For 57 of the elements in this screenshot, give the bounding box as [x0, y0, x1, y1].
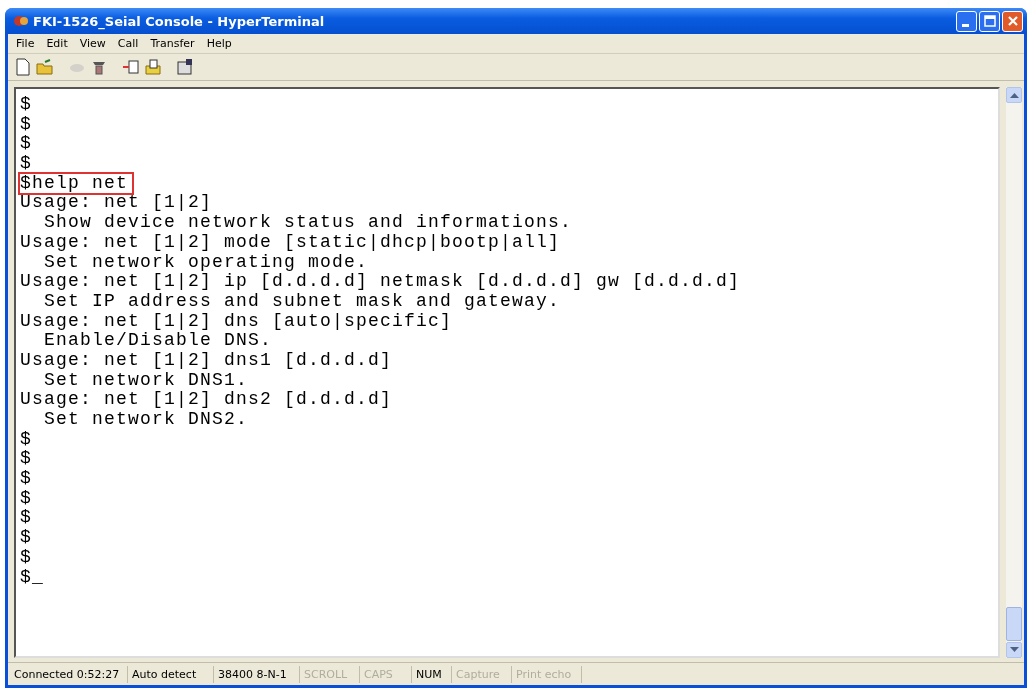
window-title: FKI-1526_Seial Console - HyperTerminal	[33, 13, 326, 29]
terminal-line: $	[20, 528, 33, 548]
menu-item[interactable]: File	[10, 36, 41, 51]
menu-item[interactable]: Edit	[40, 36, 74, 51]
terminal-line: $	[20, 154, 33, 174]
receive-folder-icon[interactable]	[142, 57, 164, 77]
up-arrow-icon	[1009, 92, 1019, 98]
terminal-line: $	[20, 134, 33, 155]
terminal-line: $	[20, 449, 33, 470]
terminal-line: $help net	[20, 173, 133, 194]
terminal-line: Usage: net [1|2] dns1 [d.d.d.d]	[20, 350, 394, 371]
status-field: CAPS	[360, 665, 412, 683]
app-icon	[13, 13, 29, 29]
terminal-line: Usage: net [1|2]	[20, 193, 214, 214]
terminal-line: Set IP address and subnet mask and gateway.	[43, 291, 562, 312]
terminal-line: Show device network status and informations.	[43, 213, 574, 233]
terminal-line: Usage: net [1|2] dns [auto|specific]	[20, 311, 454, 332]
status-field: Capture	[452, 665, 512, 683]
terminal-line: $	[20, 429, 33, 450]
menu-item[interactable]: Call	[111, 36, 145, 51]
folder-icon[interactable]	[34, 57, 56, 77]
terminal-line: $	[20, 114, 33, 135]
terminal-line: $	[20, 508, 33, 529]
menu-item[interactable]: Help	[200, 36, 238, 51]
maximize-button[interactable]	[979, 10, 1000, 32]
minimize-button[interactable]	[956, 10, 977, 32]
status-field: Connected 0:52:27	[10, 665, 128, 683]
terminal-line: $_	[20, 567, 45, 588]
status-field: Print echo	[512, 665, 582, 683]
terminal-line: Set network DNS1.	[43, 370, 250, 391]
menu-item[interactable]: Transfer	[144, 36, 201, 51]
terminal-line: Usage: net [1|2] mode [static|dhcp|bootp|all]	[20, 232, 562, 253]
close-button[interactable]	[1002, 10, 1023, 32]
terminal-line: $	[20, 488, 33, 509]
status-field: NUM	[412, 665, 452, 683]
scroll-thumb[interactable]	[1006, 607, 1022, 641]
status-field: Auto detect	[128, 665, 214, 683]
terminal-line: $	[20, 95, 33, 115]
maximize-icon	[983, 15, 996, 27]
status-field: SCROLL	[300, 665, 360, 683]
down-arrow-icon	[1009, 647, 1019, 653]
terminal-line: Set network operating mode.	[43, 252, 370, 273]
terminal-line: Enable/Disable DNS.	[43, 331, 274, 351]
terminal-line: Usage: net [1|2] ip [d.d.d.d] netmask [d.d.d.d] gw [d.d.d.d]	[20, 272, 742, 292]
close-icon	[1006, 15, 1019, 27]
scrollbar[interactable]	[1006, 87, 1022, 658]
terminal-screen[interactable]	[14, 87, 1000, 658]
status-field: 38400 8-N-1	[214, 665, 300, 683]
terminal-line: Usage: net [1|2] dns2 [d.d.d.d]	[20, 390, 394, 410]
terminal-line: Set network DNS2.	[43, 410, 250, 430]
scroll-down-button[interactable]	[1006, 642, 1022, 658]
terminal-line: $	[20, 547, 33, 568]
menu-item[interactable]: View	[73, 36, 112, 51]
send-file-icon[interactable]	[120, 57, 142, 77]
scroll-up-button[interactable]	[1006, 87, 1022, 103]
minimize-icon	[961, 23, 969, 27]
terminal-line: $	[20, 469, 33, 489]
